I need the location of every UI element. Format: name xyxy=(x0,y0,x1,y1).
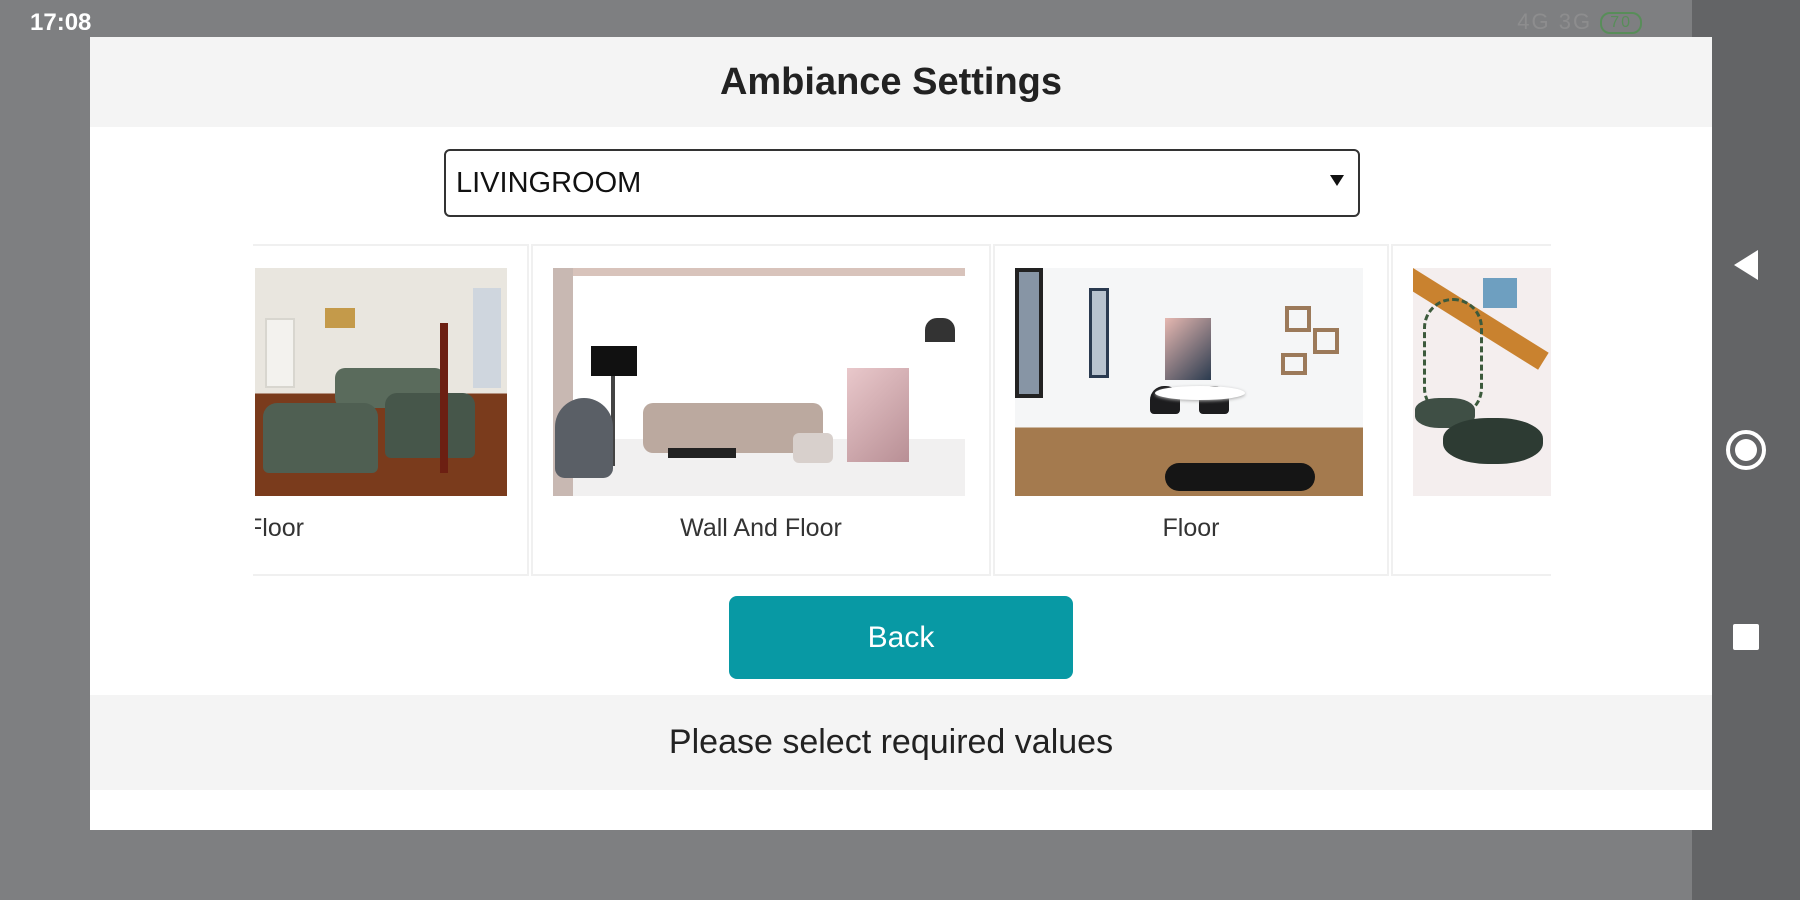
ambiance-settings-dialog: Ambiance Settings LIVINGROOM Floor xyxy=(90,37,1712,830)
nav-home-icon[interactable] xyxy=(1726,430,1766,470)
card-label: Wall And Floor xyxy=(680,514,842,542)
status-icons: 4G 3G 70 xyxy=(1517,9,1642,35)
status-time: 17:08 xyxy=(30,9,92,36)
validation-message: Please select required values xyxy=(668,723,1114,761)
ambiance-card-1[interactable]: Floor xyxy=(253,244,529,576)
back-button[interactable]: Back xyxy=(729,596,1073,679)
room-photo xyxy=(1413,268,1551,496)
ambiance-card-3[interactable]: Floor xyxy=(993,244,1389,576)
dialog-footer: Please select required values xyxy=(90,695,1712,790)
battery-icon: 70 xyxy=(1600,12,1642,35)
nav-recents-icon[interactable] xyxy=(1733,624,1759,650)
ambiance-carousel[interactable]: Floor Wall And Floor Floor xyxy=(253,244,1551,576)
room-photo xyxy=(1015,268,1363,496)
room-select-value: LIVINGROOM xyxy=(456,166,642,199)
nav-back-icon[interactable] xyxy=(1734,250,1758,280)
network-4g-label: 4G xyxy=(1517,9,1551,34)
card-label: Floor xyxy=(1162,514,1220,542)
dialog-header: Ambiance Settings xyxy=(90,37,1712,127)
room-photo xyxy=(553,268,965,496)
dialog-title: Ambiance Settings xyxy=(719,60,1063,103)
dropdown-arrow-icon xyxy=(1330,175,1344,186)
card-label: Floor xyxy=(255,514,304,542)
status-bar: 17:08 4G 3G 70 xyxy=(0,0,1692,40)
room-photo xyxy=(255,268,507,496)
room-select[interactable]: LIVINGROOM xyxy=(444,149,1360,217)
network-3g-label: 3G xyxy=(1558,9,1593,34)
ambiance-card-4[interactable] xyxy=(1391,244,1551,576)
ambiance-card-2[interactable]: Wall And Floor xyxy=(531,244,991,576)
